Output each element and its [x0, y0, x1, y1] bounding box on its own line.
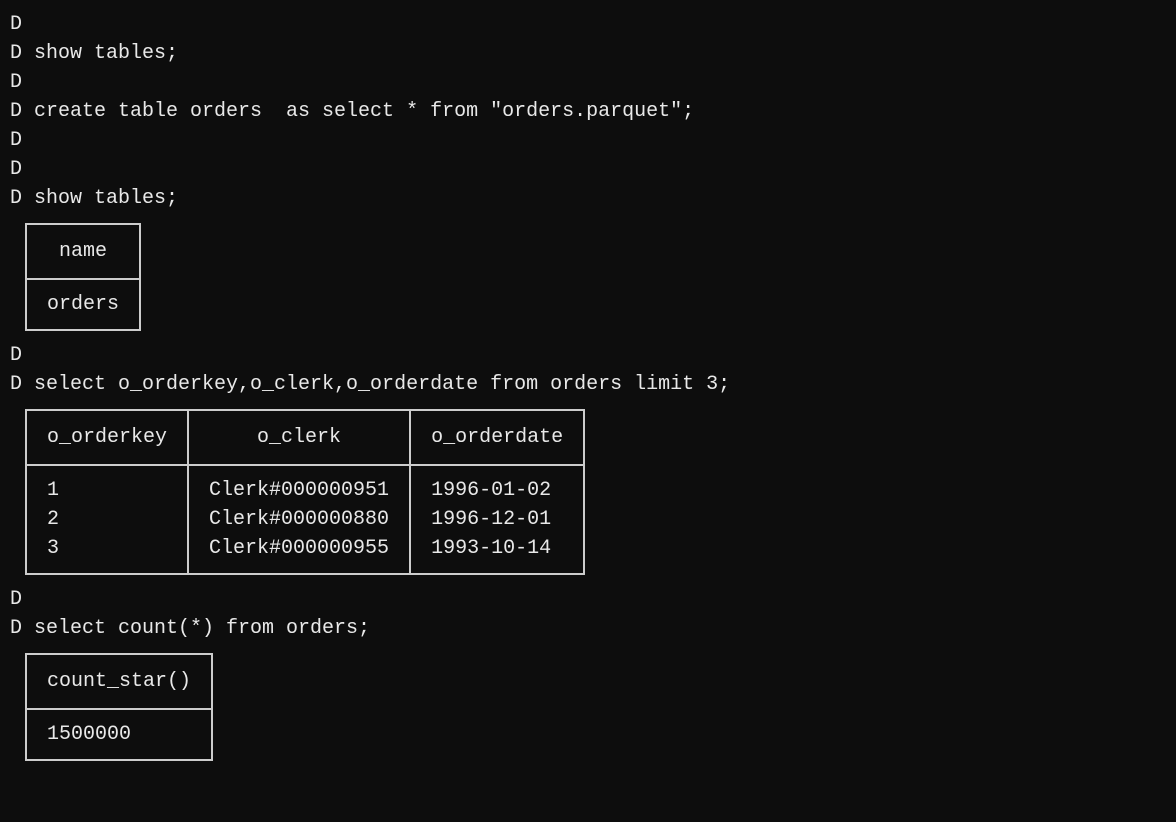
prompt-line: D [10, 341, 1166, 370]
prompt-line: D select o_orderkey,o_clerk,o_orderdate … [10, 370, 1166, 399]
cell-orders: orders [26, 279, 140, 330]
prompt-line: D [10, 126, 1166, 155]
select-orders-result: o_orderkey o_clerk o_orderdate 1 Clerk#0… [25, 409, 585, 575]
cell-clerk: Clerk#000000951 [188, 465, 410, 505]
cell-orderkey: 1 [26, 465, 188, 505]
prompt-line: D [10, 68, 1166, 97]
cell-orderdate: 1993-10-14 [410, 534, 584, 574]
cell-orderdate: 1996-12-01 [410, 505, 584, 534]
cell-clerk: Clerk#000000880 [188, 505, 410, 534]
table-row: 1 Clerk#000000951 1996-01-02 [26, 465, 584, 505]
column-header-orderdate: o_orderdate [410, 410, 584, 465]
prompt-line: D [10, 10, 1166, 39]
table-row: 2 Clerk#000000880 1996-12-01 [26, 505, 584, 534]
prompt-line: D select count(*) from orders; [10, 614, 1166, 643]
prompt-line: D [10, 585, 1166, 614]
cell-count: 1500000 [26, 709, 212, 760]
prompt-line: D show tables; [10, 39, 1166, 68]
table-row: orders [26, 279, 140, 330]
column-header-countstar: count_star() [26, 654, 212, 709]
column-header-orderkey: o_orderkey [26, 410, 188, 465]
cell-orderdate: 1996-01-02 [410, 465, 584, 505]
table-row: 3 Clerk#000000955 1993-10-14 [26, 534, 584, 574]
show-tables-result: name orders [25, 223, 141, 331]
column-header-clerk: o_clerk [188, 410, 410, 465]
prompt-line: D create table orders as select * from "… [10, 97, 1166, 126]
cell-clerk: Clerk#000000955 [188, 534, 410, 574]
cell-orderkey: 2 [26, 505, 188, 534]
table-row: 1500000 [26, 709, 212, 760]
prompt-line: D [10, 155, 1166, 184]
prompt-line: D show tables; [10, 184, 1166, 213]
column-header-name: name [26, 224, 140, 279]
cell-orderkey: 3 [26, 534, 188, 574]
terminal-output[interactable]: DD show tables;DD create table orders as… [10, 10, 1166, 761]
count-result: count_star() 1500000 [25, 653, 213, 761]
